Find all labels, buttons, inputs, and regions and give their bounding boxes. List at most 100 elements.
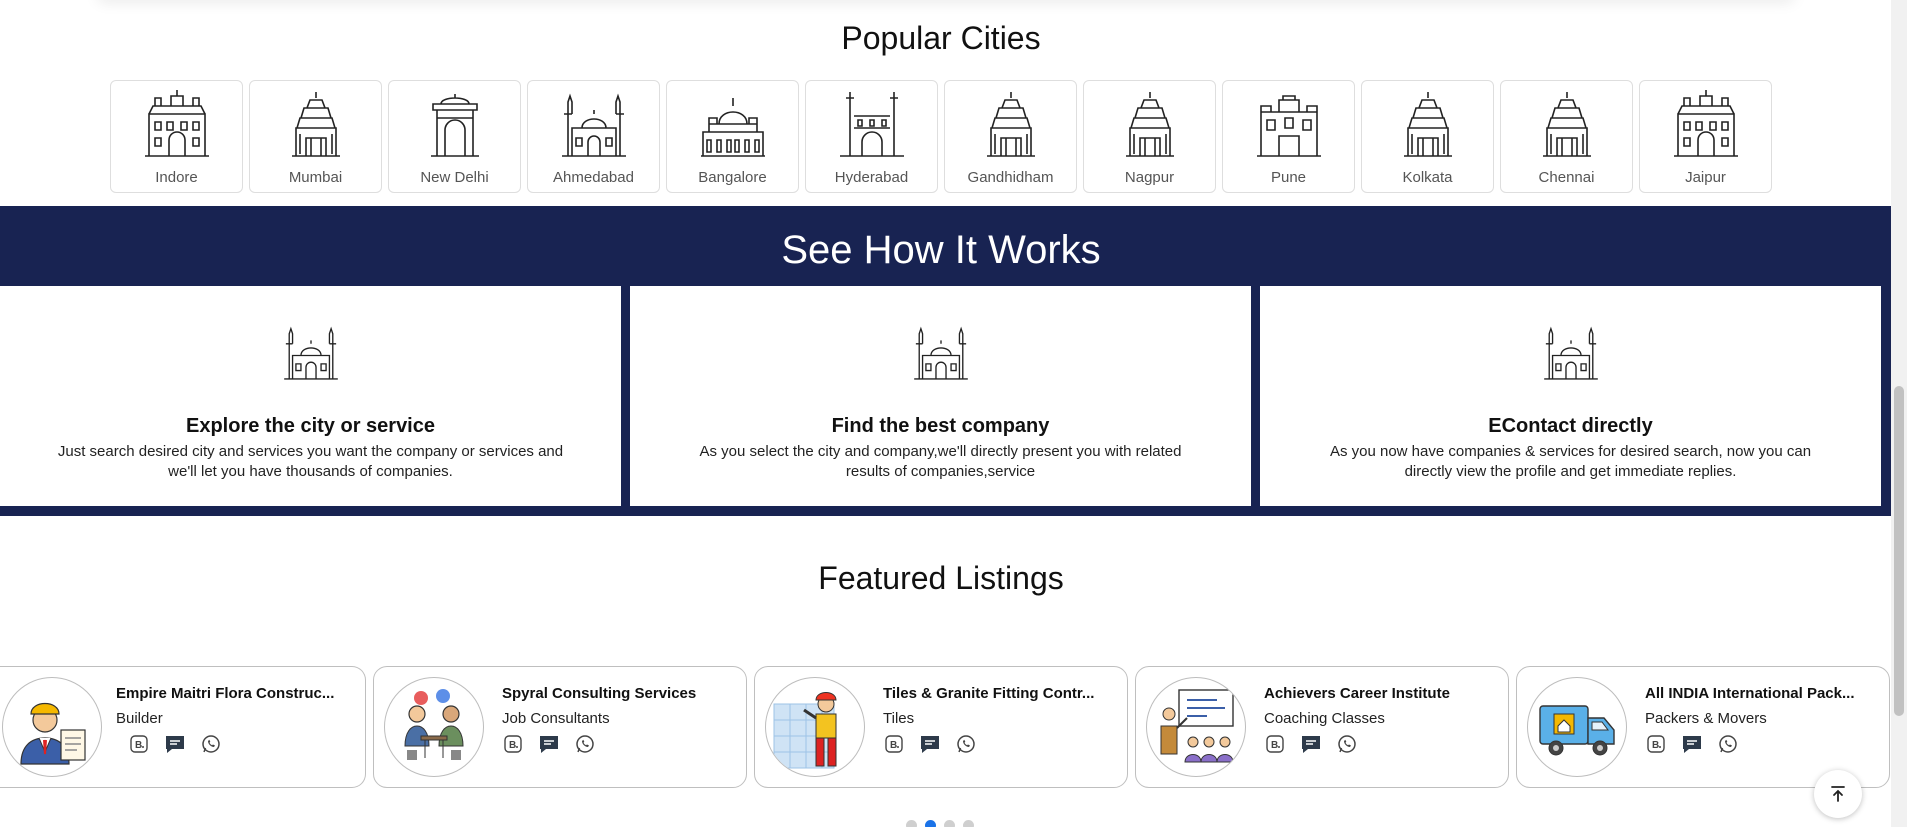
message-icon[interactable]: [1681, 733, 1703, 755]
city-card-mumbai[interactable]: Mumbai: [249, 80, 382, 193]
city-card-indore[interactable]: Indore: [110, 80, 243, 193]
listing-card[interactable]: Empire Maitri Flora Construc... Builder …: [0, 666, 366, 788]
charminar-icon: [836, 88, 908, 169]
carousel-dots: [906, 820, 974, 827]
temple-icon: [280, 88, 352, 169]
page: Popular Cities Indore Mumbai New Delhi A…: [0, 0, 1907, 827]
svg-text:B: B: [509, 740, 516, 751]
business-icon[interactable]: B: [128, 733, 150, 755]
city-card-kolkata[interactable]: Kolkata: [1361, 80, 1494, 193]
city-card-jaipur[interactable]: Jaipur: [1639, 80, 1772, 193]
city-card-nagpur[interactable]: Nagpur: [1083, 80, 1216, 193]
step-description: As you select the city and company,we'll…: [699, 443, 1182, 480]
fort-icon: [1253, 88, 1325, 169]
step-title: Find the best company: [831, 415, 1050, 437]
listing-category: Tiles: [883, 710, 915, 727]
listing-actions: B: [128, 733, 222, 755]
city-label: Jaipur: [1685, 169, 1726, 186]
listings-carousel: Empire Maitri Flora Construc... Builder …: [0, 666, 1890, 788]
listing-name[interactable]: Spyral Consulting Services: [502, 685, 732, 702]
step-title: EContact directly: [1488, 415, 1653, 437]
whatsapp-icon[interactable]: [1336, 733, 1358, 755]
listing-actions: B: [883, 733, 977, 755]
listing-card[interactable]: Spyral Consulting Services Job Consultan…: [373, 666, 747, 788]
svg-text:B: B: [1271, 740, 1278, 751]
city-card-hyderabad[interactable]: Hyderabad: [805, 80, 938, 193]
svg-text:B: B: [135, 740, 142, 751]
palace-icon: [1670, 88, 1742, 169]
featured-listings-title: Featured Listings: [818, 560, 1064, 596]
scrollbar-thumb[interactable]: [1894, 386, 1904, 716]
step-description: Just search desired city and services yo…: [57, 443, 564, 480]
listing-actions: B: [1264, 733, 1358, 755]
business-icon[interactable]: B: [883, 733, 905, 755]
whatsapp-icon[interactable]: [1717, 733, 1739, 755]
mosque-icon: [558, 88, 630, 169]
city-card-pune[interactable]: Pune: [1222, 80, 1355, 193]
city-label: Gandhidham: [967, 169, 1054, 186]
temple-icon: [1531, 88, 1603, 169]
message-icon[interactable]: [538, 733, 560, 755]
city-label: Hyderabad: [834, 169, 909, 186]
listing-card[interactable]: Tiles & Granite Fitting Contr... Tiles B: [754, 666, 1128, 788]
listing-category: Coaching Classes: [1264, 710, 1385, 727]
step-title: Explore the city or service: [185, 415, 435, 437]
cities-row: Indore Mumbai New Delhi Ahmedabad Bangal…: [110, 80, 1772, 193]
listing-name[interactable]: Achievers Career Institute: [1264, 685, 1494, 702]
listing-name[interactable]: Empire Maitri Flora Construc...: [116, 685, 346, 702]
listing-name[interactable]: Tiles & Granite Fitting Contr...: [883, 685, 1113, 702]
carousel-dot[interactable]: [906, 820, 917, 827]
temple-icon: [1392, 88, 1464, 169]
business-icon[interactable]: B: [502, 733, 524, 755]
consulting-avatar-icon: [384, 677, 484, 777]
palace-icon: [141, 88, 213, 169]
listing-actions: B: [502, 733, 596, 755]
whatsapp-icon[interactable]: [200, 733, 222, 755]
city-label: Indore: [155, 169, 198, 186]
city-label: Bangalore: [698, 169, 767, 186]
listing-card[interactable]: Achievers Career Institute Coaching Clas…: [1135, 666, 1509, 788]
message-icon[interactable]: [164, 733, 186, 755]
message-icon[interactable]: [1300, 733, 1322, 755]
tiles-worker-avatar-icon: [765, 677, 865, 777]
carousel-dot[interactable]: [963, 820, 974, 827]
city-card-ahmedabad[interactable]: Ahmedabad: [527, 80, 660, 193]
listing-actions: B: [1645, 733, 1739, 755]
mosque-icon: [1534, 322, 1608, 389]
listing-category: Builder: [116, 710, 163, 727]
city-label: Pune: [1270, 169, 1307, 186]
city-label: Kolkata: [1402, 169, 1453, 186]
city-label: Mumbai: [288, 169, 343, 186]
how-it-works-title: See How It Works: [781, 228, 1101, 272]
message-icon[interactable]: [919, 733, 941, 755]
city-label: New Delhi: [420, 169, 489, 186]
how-it-works-section: See How It Works Explore the city or ser…: [0, 206, 1891, 516]
india-gate-icon: [419, 88, 491, 169]
city-card-chennai[interactable]: Chennai: [1500, 80, 1633, 193]
scrollbar[interactable]: [1891, 0, 1907, 827]
city-card-gandhidham[interactable]: Gandhidham: [944, 80, 1077, 193]
listing-name[interactable]: All INDIA International Pack...: [1645, 685, 1875, 702]
business-icon[interactable]: B: [1645, 733, 1667, 755]
svg-text:B: B: [1652, 740, 1659, 751]
city-card-bangalore[interactable]: Bangalore: [666, 80, 799, 193]
city-card-new-delhi[interactable]: New Delhi: [388, 80, 521, 193]
mosque-icon: [274, 322, 348, 389]
whatsapp-icon[interactable]: [574, 733, 596, 755]
how-step-card: EContact directly As you now have compan…: [1260, 286, 1881, 506]
carousel-dot[interactable]: [925, 820, 936, 827]
step-description: As you now have companies & services for…: [1329, 443, 1812, 480]
city-label: Ahmedabad: [553, 169, 634, 186]
carousel-dot[interactable]: [944, 820, 955, 827]
vidhana-soudha-icon: [697, 88, 769, 169]
how-step-card: Find the best company As you select the …: [630, 286, 1251, 506]
steps-row: Explore the city or service Just search …: [0, 286, 1881, 506]
coaching-avatar-icon: [1146, 677, 1246, 777]
temple-icon: [975, 88, 1047, 169]
popular-cities-title: Popular Cities: [841, 20, 1041, 56]
whatsapp-icon[interactable]: [955, 733, 977, 755]
svg-text:B: B: [890, 740, 897, 751]
business-icon[interactable]: B: [1264, 733, 1286, 755]
city-label: Chennai: [1538, 169, 1595, 186]
back-to-top-button[interactable]: [1814, 770, 1862, 818]
